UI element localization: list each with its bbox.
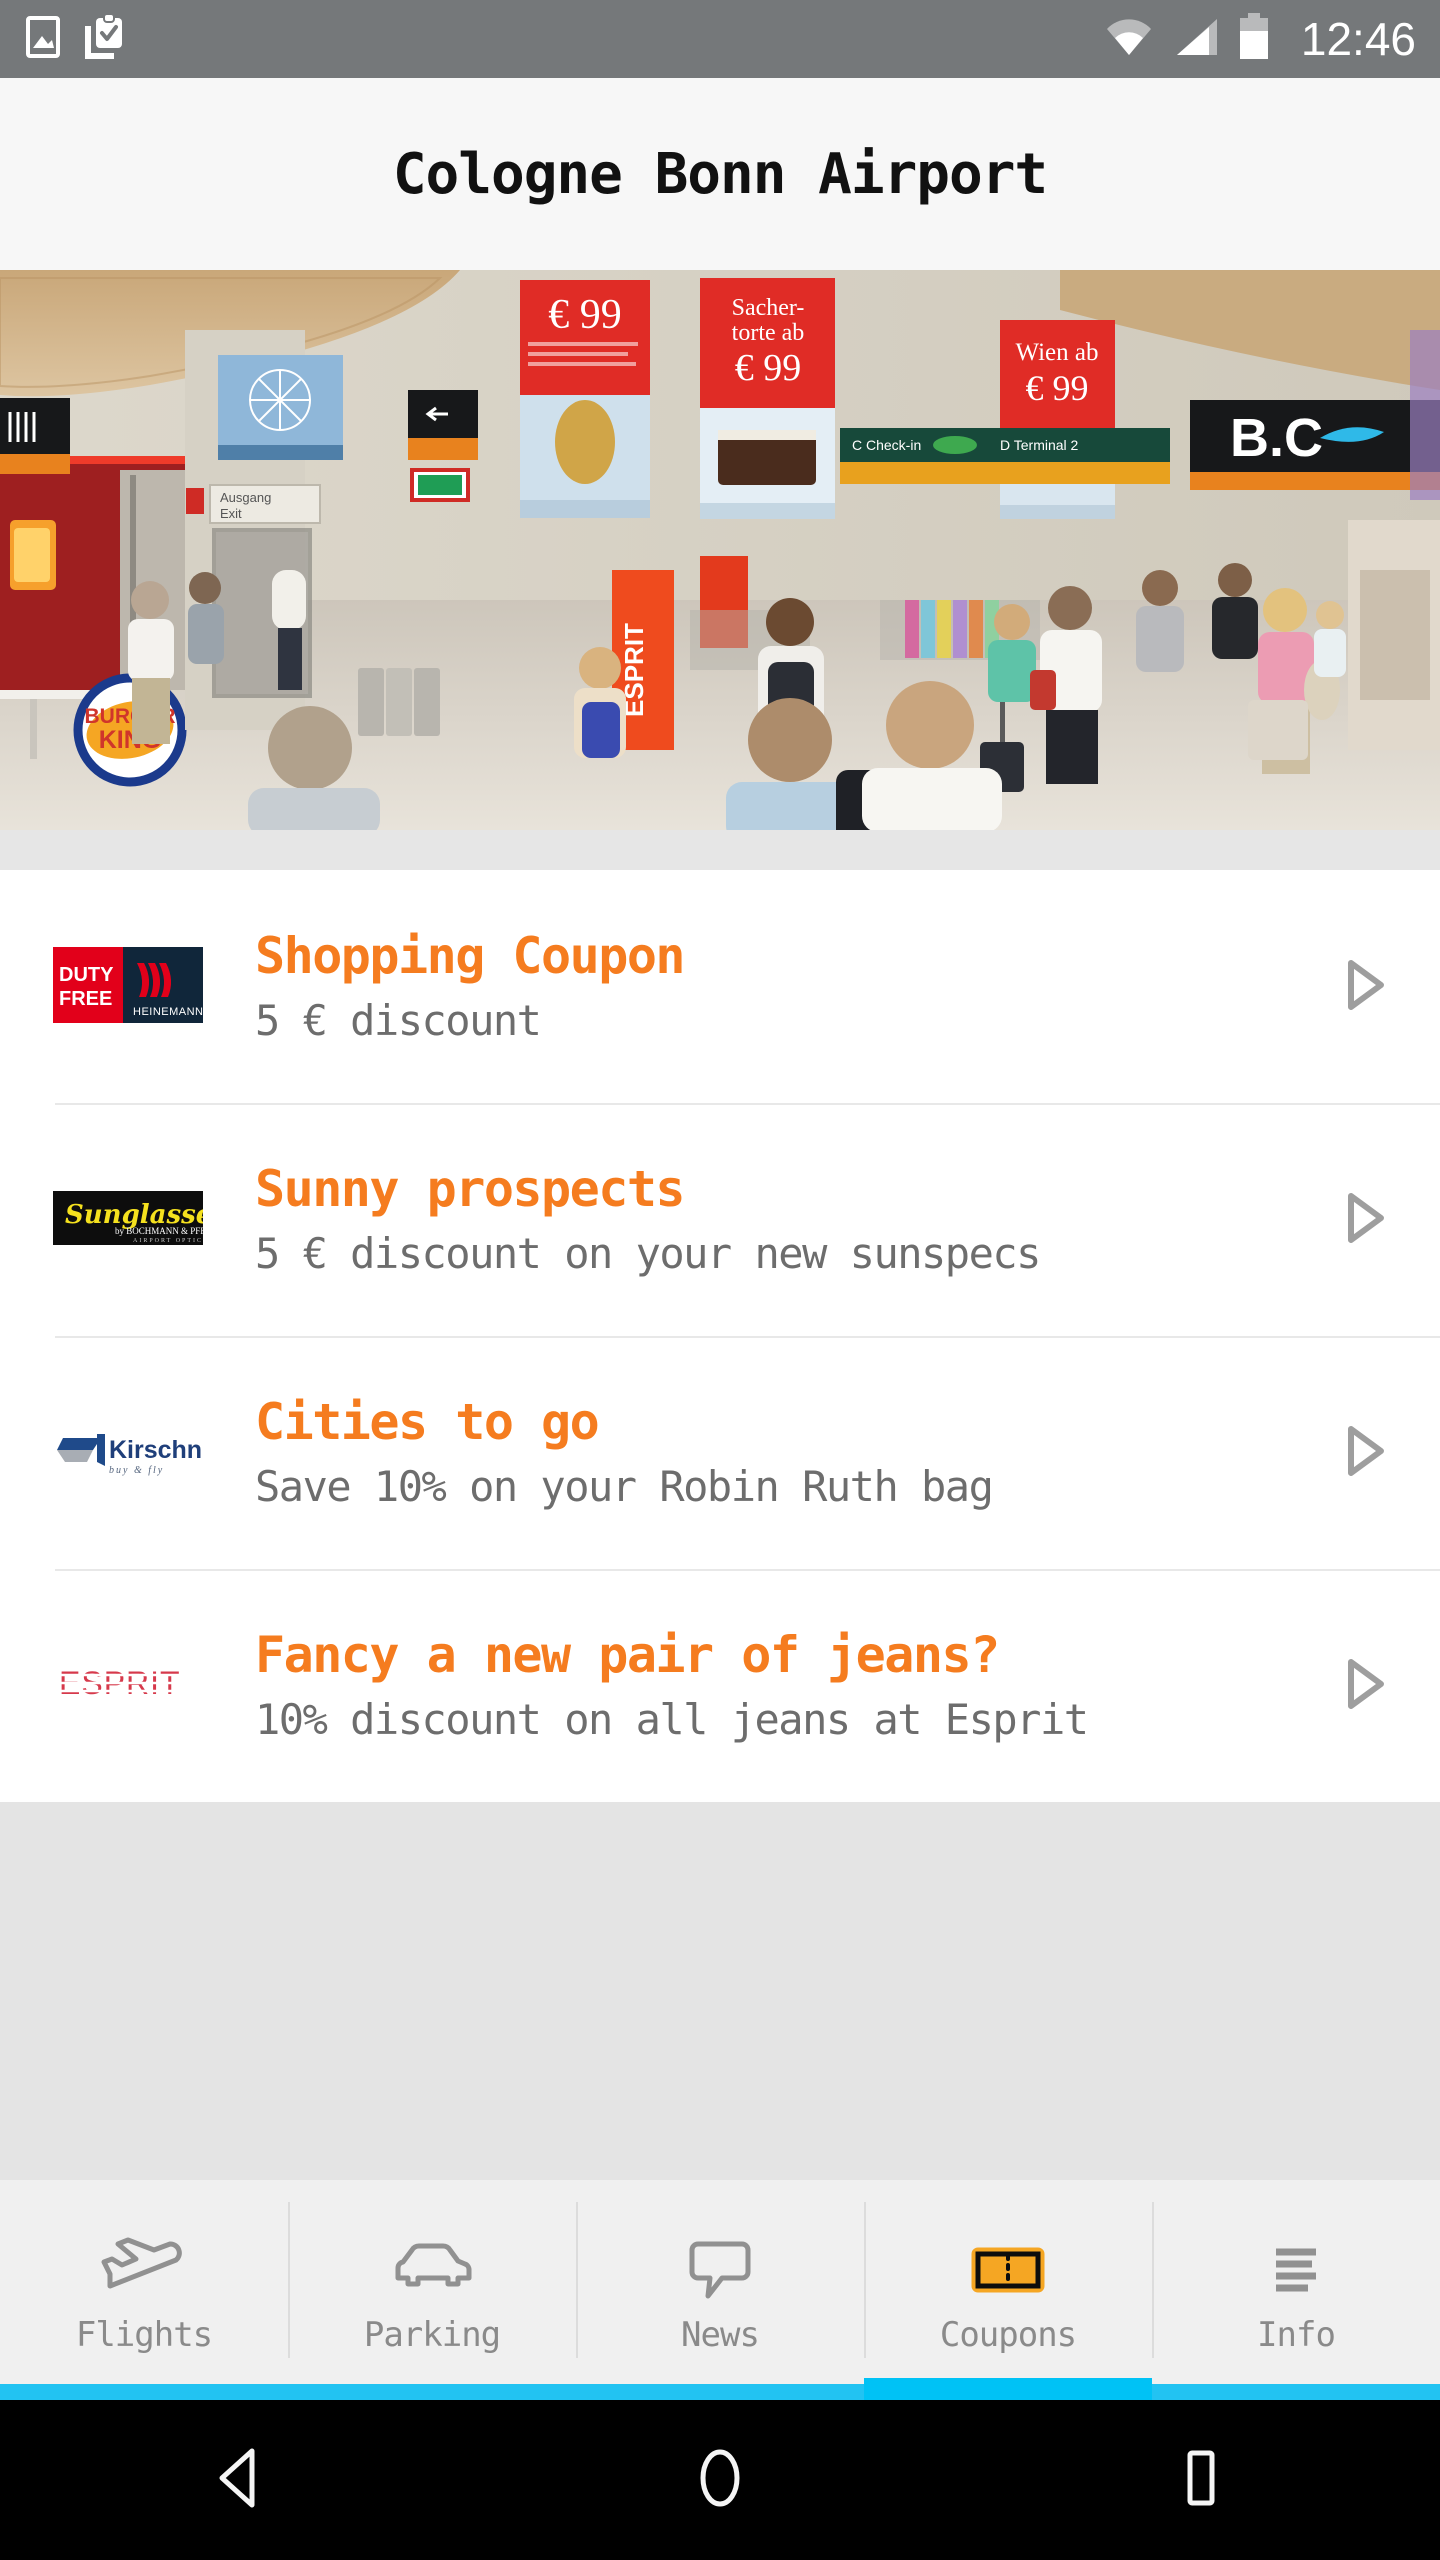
svg-text:€ 99: € 99 [735, 347, 802, 389]
svg-text:€ 99: € 99 [548, 292, 622, 338]
status-bar-clock: 12:46 [1300, 13, 1416, 65]
play-arrow-icon[interactable] [1341, 1191, 1389, 1249]
tab-label: Info [1257, 2315, 1336, 2355]
tab-underline [576, 2384, 864, 2400]
coupon-title: Sunny prospects [255, 1160, 686, 1219]
merchant-logo-cell: ESPRIT [0, 1662, 255, 1710]
svg-text:HEINEMANN: HEINEMANN [133, 1006, 203, 1018]
bottom-tab-bar: Flights Parking News Coupons Info [0, 2180, 1440, 2400]
tab-label: Flights [75, 2315, 213, 2355]
svg-text:B.C: B.C [1230, 408, 1323, 468]
svg-text:Ausgang: Ausgang [220, 490, 271, 505]
svg-text:DUTY: DUTY [59, 964, 114, 986]
back-button[interactable] [0, 2445, 480, 2515]
play-arrow-icon[interactable] [1341, 1424, 1389, 1482]
circle-home-icon[interactable] [688, 2445, 752, 2515]
tab-parking[interactable]: Parking [288, 2180, 576, 2400]
coupon-open-button[interactable] [1290, 1424, 1440, 1482]
duty-free-heinemann-logo: DUTY FREE HEINEMANN [52, 946, 203, 1027]
triangle-back-icon[interactable] [210, 2445, 270, 2515]
play-arrow-icon[interactable] [1341, 1657, 1389, 1715]
ticket-icon [962, 2231, 1054, 2307]
content-separator [0, 830, 1440, 870]
coupon-title: Cities to go [255, 1393, 600, 1452]
hamburger-list-icon [1250, 2231, 1342, 2307]
svg-text:torte ab: torte ab [732, 320, 805, 346]
merchant-logo-cell: Sunglasses by BOCHMANN & PFENDT AIRPORT … [0, 1190, 255, 1249]
coupon-text-cell: Fancy a new pair of jeans? 10% discount … [255, 1629, 1290, 1742]
app-root: 12:46 Cologne Bonn Airport BURGER KING A… [0, 0, 1440, 2560]
svg-text:C Check-in: C Check-in [852, 437, 921, 453]
terminal-photo-illustration: BURGER KING Ausgang Exit € 99 Sacher- to… [0, 270, 1440, 830]
tab-label: Coupons [939, 2315, 1077, 2355]
tab-flights[interactable]: Flights [0, 2180, 288, 2400]
coupon-text-cell: Sunny prospects 5 € discount on your new… [255, 1163, 1290, 1276]
coupon-subtitle: Save 10% on your Robin Ruth bag [255, 1461, 994, 1511]
status-bar-notifications [24, 13, 130, 64]
android-navigation-bar [0, 2400, 1440, 2560]
list-item[interactable]: ESPRIT Fancy a new pair of jeans? 10% di… [0, 1569, 1440, 1802]
tab-news[interactable]: News [576, 2180, 864, 2400]
play-arrow-icon[interactable] [1341, 958, 1389, 1016]
battery-icon [1237, 13, 1271, 65]
tab-underline-active [864, 2378, 1152, 2400]
svg-text:Kirschner: Kirschner [109, 1436, 203, 1464]
coupon-title: Fancy a new pair of jeans? [255, 1626, 1000, 1685]
cellular-signal-icon [1171, 15, 1221, 63]
coupon-subtitle: 5 € discount on your new sunspecs [255, 1228, 1041, 1278]
tab-label: Parking [363, 2315, 501, 2355]
kirschner-logo: Kirschner buy & fly [53, 1422, 225, 1484]
empty-content-area [0, 1802, 1440, 2180]
recents-button[interactable] [960, 2445, 1440, 2515]
airplane-takeoff-icon [98, 2231, 190, 2307]
tab-coupons[interactable]: Coupons [864, 2180, 1152, 2400]
coupon-text-cell: Shopping Coupon 5 € discount [255, 930, 1290, 1043]
svg-text:by BOCHMANN & PFENDT: by BOCHMANN & PFENDT [115, 1226, 203, 1236]
coupon-list: DUTY FREE HEINEMANN Shopping Coupon 5 € … [0, 870, 1440, 1802]
svg-text:Sacher-: Sacher- [732, 295, 805, 321]
tab-underline [0, 2384, 288, 2400]
page-title: Cologne Bonn Airport [392, 141, 1048, 207]
list-item[interactable]: DUTY FREE HEINEMANN Shopping Coupon 5 € … [0, 870, 1440, 1103]
coupon-open-button[interactable] [1290, 958, 1440, 1016]
svg-text:Exit: Exit [220, 506, 242, 521]
svg-text:€ 99: € 99 [1026, 368, 1089, 408]
coupon-title: Shopping Coupon [255, 927, 686, 986]
coupon-open-button[interactable] [1290, 1191, 1440, 1249]
list-item[interactable]: Kirschner buy & fly Cities to go Save 10… [0, 1336, 1440, 1569]
status-bar: 12:46 [0, 0, 1440, 78]
status-bar-indicators: 12:46 [1103, 12, 1416, 66]
app-header: Cologne Bonn Airport [0, 78, 1440, 270]
image-icon [24, 15, 64, 63]
tab-label: News [681, 2315, 760, 2355]
coupon-subtitle: 5 € discount [255, 995, 542, 1045]
svg-text:buy & fly: buy & fly [109, 1465, 164, 1476]
square-recents-icon[interactable] [1170, 2445, 1230, 2515]
svg-text:Wien ab: Wien ab [1016, 339, 1099, 366]
svg-text:D Terminal 2: D Terminal 2 [1000, 437, 1079, 453]
tab-underline [288, 2384, 576, 2400]
tab-underline [1152, 2384, 1440, 2400]
home-button[interactable] [480, 2445, 960, 2515]
sunglasses-logo: Sunglasses by BOCHMANN & PFENDT AIRPORT … [52, 1190, 227, 1249]
wifi-icon [1103, 15, 1155, 63]
clipboard-check-icon [84, 13, 130, 64]
coupon-subtitle: 10% discount on all jeans at Esprit [255, 1694, 1089, 1744]
merchant-logo-cell: Kirschner buy & fly [0, 1422, 255, 1484]
list-item[interactable]: Sunglasses by BOCHMANN & PFENDT AIRPORT … [0, 1103, 1440, 1336]
speech-bubble-icon [674, 2231, 766, 2307]
car-icon [386, 2231, 478, 2307]
tab-info[interactable]: Info [1152, 2180, 1440, 2400]
svg-text:FREE: FREE [59, 988, 112, 1010]
merchant-logo-cell: DUTY FREE HEINEMANN [0, 946, 255, 1027]
esprit-logo: ESPRIT [53, 1662, 203, 1710]
hero-image: BURGER KING Ausgang Exit € 99 Sacher- to… [0, 270, 1440, 830]
coupon-text-cell: Cities to go Save 10% on your Robin Ruth… [255, 1396, 1290, 1509]
coupon-open-button[interactable] [1290, 1657, 1440, 1715]
svg-text:AIRPORT OPTIC: AIRPORT OPTIC [133, 1238, 203, 1244]
